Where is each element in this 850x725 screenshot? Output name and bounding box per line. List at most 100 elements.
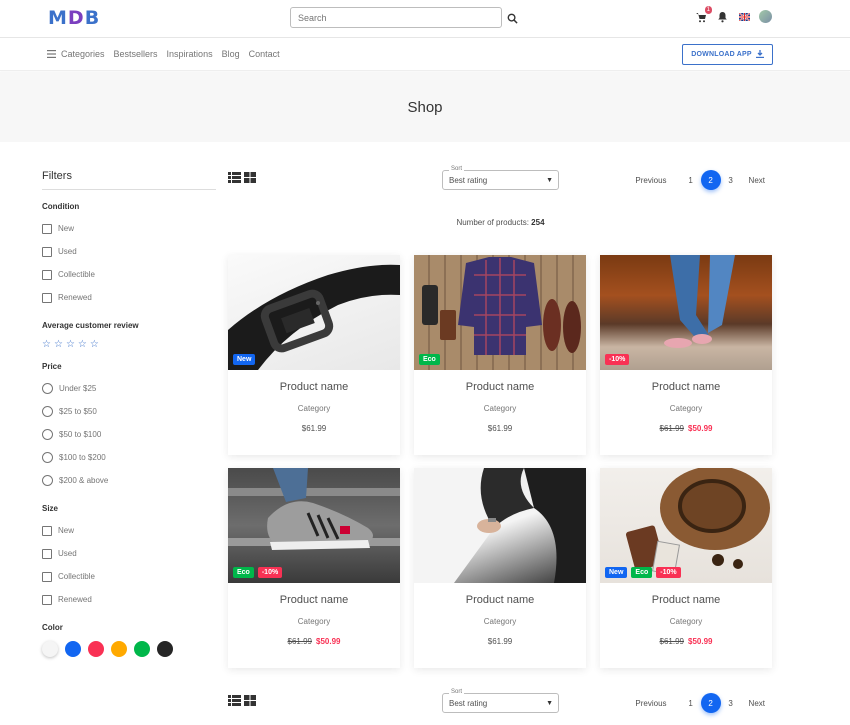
checkbox[interactable] [42,246,52,257]
sort-select[interactable]: Sort Best rating ▼ [442,689,559,713]
price-option-200-above[interactable]: $200 & above [42,469,216,492]
color-swatch-blue[interactable] [65,641,81,657]
pagination-previous[interactable]: Previous [635,170,666,190]
radio[interactable] [42,406,53,417]
size-option-new[interactable]: New [42,519,216,542]
checkbox[interactable] [42,223,52,234]
nav-link-contact[interactable]: Contact [249,49,280,59]
pagination-page-2-active[interactable]: 2 [700,170,721,190]
product-card[interactable]: New Eco -10% Product name Category $61.9… [600,468,772,668]
product-card[interactable]: -10% Product name Category $61.99 $50.99 [600,255,772,455]
radio[interactable] [42,475,53,486]
condition-option-collectible[interactable]: Collectible [42,263,216,286]
radio[interactable] [42,429,53,440]
uk-flag-icon[interactable] [739,12,750,21]
download-label: DOWNLOAD APP [691,51,752,58]
nav-link-blog[interactable]: Blog [222,49,240,59]
product-image[interactable]: Eco -10% [228,468,400,583]
search-input[interactable] [291,8,501,28]
nav-link-bestsellers[interactable]: Bestsellers [114,49,158,59]
product-name[interactable]: Product name [414,594,586,606]
product-image[interactable]: New [228,255,400,370]
star-icon[interactable]: ☆ [42,339,51,350]
grid-view-icon[interactable] [244,693,256,711]
product-name[interactable]: Product name [600,381,772,393]
avatar[interactable] [759,10,772,23]
checkbox[interactable] [42,594,52,605]
color-title: Color [42,623,63,632]
option-label: Used [58,549,77,558]
price-option-25-50[interactable]: $25 to $50 [42,400,216,423]
cart-icon[interactable]: 1 [695,6,712,23]
color-swatch-green[interactable] [134,641,150,657]
nav-link-categories[interactable]: Categories [61,49,105,59]
radio[interactable] [42,452,53,463]
checkbox[interactable] [42,571,52,582]
product-image[interactable]: -10% [600,255,772,370]
product-name[interactable]: Product name [600,594,772,606]
checkbox[interactable] [42,525,52,536]
price-option-50-100[interactable]: $50 to $100 [42,423,216,446]
color-swatch-yellow[interactable] [111,641,127,657]
color-swatch-red[interactable] [88,641,104,657]
product-name[interactable]: Product name [228,594,400,606]
pagination-previous[interactable]: Previous [635,693,666,713]
nav-link-inspirations[interactable]: Inspirations [167,49,213,59]
price-option-under-25[interactable]: Under $25 [42,377,216,400]
condition-title: Condition [42,202,80,211]
pagination: Previous 1 2 3 Next [635,693,773,713]
product-image[interactable]: Eco [414,255,586,370]
download-icon [755,49,764,60]
logo[interactable]: MDB [48,7,100,29]
product-grid: New Product name Category $61.99 Eco Pro… [228,255,773,668]
pagination-next[interactable]: Next [749,693,765,713]
product-name[interactable]: Product name [414,381,586,393]
product-name[interactable]: Product name [228,381,400,393]
pagination-page-3[interactable]: 3 [721,170,741,190]
product-card[interactable]: Eco -10% Product name Category $61.99 $50… [228,468,400,668]
star-icon[interactable]: ☆ [90,339,99,350]
badge-eco: Eco [631,567,653,578]
star-icon[interactable]: ☆ [78,339,87,350]
product-card[interactable]: Product name Category $61.99 [414,468,586,668]
size-option-used[interactable]: Used [42,542,216,565]
condition-option-used[interactable]: Used [42,240,216,263]
price-option-100-200[interactable]: $100 to $200 [42,446,216,469]
price-value: $61.99 [301,424,327,433]
list-view-icon[interactable] [228,170,241,188]
pagination-page-1[interactable]: 1 [681,693,701,713]
size-option-renewed[interactable]: Renewed [42,588,216,611]
size-title: Size [42,504,59,513]
grid-view-icon[interactable] [244,170,256,188]
checkbox[interactable] [42,292,52,303]
product-image[interactable]: New Eco -10% [600,468,772,583]
product-badges: -10% [605,354,630,365]
condition-option-new[interactable]: New [42,217,216,240]
pagination-page-2-active[interactable]: 2 [700,693,721,713]
list-view-icon[interactable] [228,693,241,711]
sort-select[interactable]: Sort Best rating ▼ [442,166,559,190]
bell-icon[interactable] [717,10,730,23]
search-icon[interactable] [507,11,521,25]
checkbox[interactable] [42,269,52,280]
product-card[interactable]: Eco Product name Category $61.99 [414,255,586,455]
color-swatch-black[interactable] [157,641,173,657]
product-card[interactable]: New Product name Category $61.99 [228,255,400,455]
product-image[interactable] [414,468,586,583]
badge-eco: Eco [419,354,440,365]
checkbox[interactable] [42,548,52,559]
star-icon[interactable]: ☆ [54,339,63,350]
color-swatch-white[interactable] [42,641,58,657]
radio[interactable] [42,383,53,394]
pagination-page-3[interactable]: 3 [721,693,741,713]
pagination-page-1[interactable]: 1 [681,170,701,190]
condition-option-renewed[interactable]: Renewed [42,286,216,309]
hamburger-icon[interactable] [47,50,56,58]
star-icon[interactable]: ☆ [66,339,75,350]
download-app-button[interactable]: DOWNLOAD APP [682,44,773,65]
filters-title: Filters [42,170,216,190]
size-option-collectible[interactable]: Collectible [42,565,216,588]
pagination-next[interactable]: Next [749,170,765,190]
view-toggle [228,693,256,711]
product-category: Category [297,617,331,626]
